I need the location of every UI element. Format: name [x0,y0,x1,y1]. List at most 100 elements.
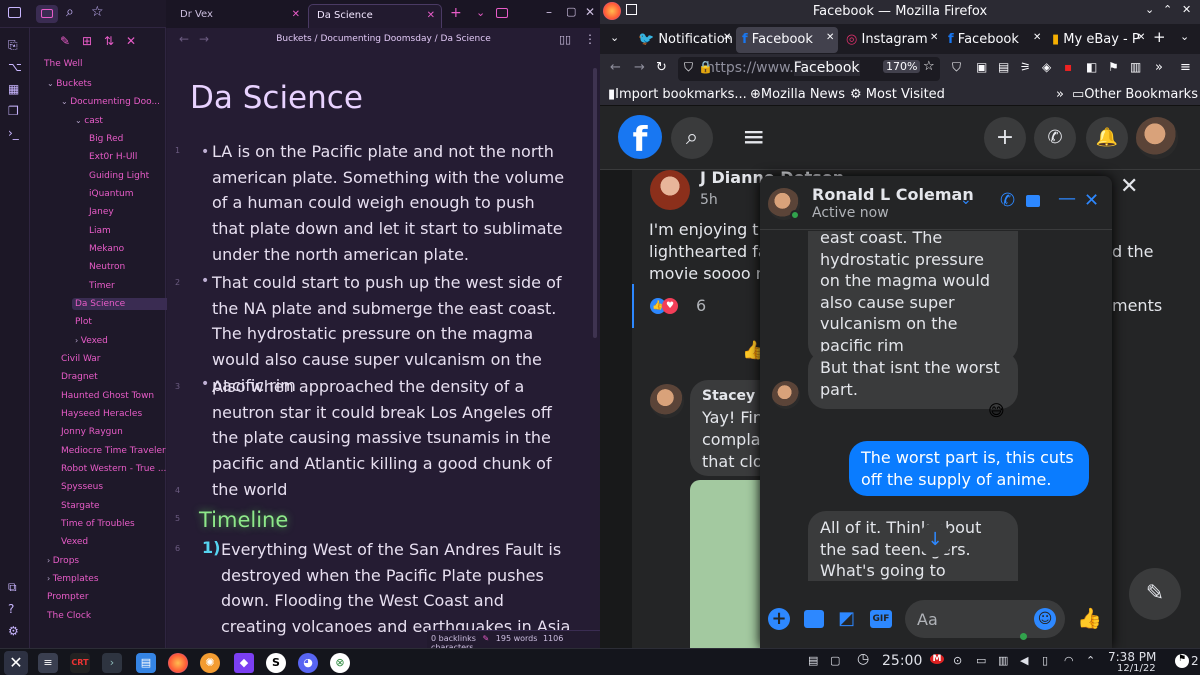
reading-view-icon[interactable]: ▯▯ [559,33,571,46]
search-icon[interactable]: ⌕ [671,117,713,159]
create-plus-icon[interactable]: + [984,117,1026,159]
tree-item[interactable]: Da Science [72,297,180,310]
tor-icon[interactable]: ⚑ [1175,654,1189,668]
discord-icon[interactable]: ◕ [298,653,318,673]
new-tab-icon[interactable]: + [450,5,462,21]
sort-icon[interactable]: ⇅ [104,34,114,48]
search-icon[interactable]: ⌕ [66,4,74,20]
minimize-chevron-icon[interactable]: ⌄ [1145,3,1154,16]
pomodoro-timer[interactable]: 25:00 [882,653,922,669]
tree-item[interactable]: Vexed [58,536,166,548]
tab-da-science[interactable]: Da Science ✕ [308,4,442,28]
send-like-icon[interactable]: 👍 [1077,606,1102,630]
app-icon[interactable]: ⊗ [330,653,350,673]
reload-icon[interactable]: ↻ [656,60,667,75]
tree-item[interactable]: Stargate [58,500,166,512]
close-tab-icon[interactable]: ✕ [1137,32,1145,43]
collapse-all-icon[interactable]: ✕ [126,34,136,48]
new-note-icon[interactable]: ✎ [60,34,70,48]
vpn-icon[interactable]: ⊙ [953,654,962,667]
new-folder-icon[interactable]: ⊞ [82,34,92,48]
crt-app-icon[interactable]: CRT [70,653,90,673]
facebook-logo-icon[interactable]: f [618,115,662,160]
minimize-icon[interactable]: – [546,5,552,19]
emoji-icon[interactable]: ☺ [1034,608,1056,630]
hamburger-menu-icon[interactable]: ≡ [1180,60,1191,75]
mega-icon[interactable]: M [930,654,944,664]
steam-icon[interactable]: S [266,653,286,673]
more-actions-plus-icon[interactable]: + [768,608,790,630]
tab-list-chevron-icon[interactable]: ⌄ [476,6,485,19]
clock-date[interactable]: 12/1/22 [1117,663,1156,674]
browser-tab[interactable]: 🐦 Notification [632,27,734,53]
gif-icon[interactable]: GIF [870,610,892,628]
copy-icon[interactable]: ❐ [8,104,19,118]
tracking-shield-icon[interactable]: ⛉ [684,60,693,75]
attach-photo-icon[interactable] [804,610,824,628]
sidebar-toggle-icon[interactable] [8,7,21,18]
chat-messages[interactable]: east coast. The hydrostatic pressure on … [760,231,1112,581]
system-settings-icon[interactable]: ≡ [38,653,58,673]
new-tab-icon[interactable]: + [1153,28,1166,46]
tree-item[interactable]: ⌄ cast [72,115,180,127]
tree-item[interactable]: › Templates [44,573,152,585]
list-all-tabs-icon[interactable]: ⌄ [1180,30,1189,43]
post-author-avatar[interactable] [650,170,690,210]
vault-name[interactable]: The Well [44,59,152,69]
tree-item[interactable]: Mediocre Time Traveler [58,445,166,457]
close-tab-icon[interactable]: ✕ [723,32,731,43]
window-menu-icon[interactable] [626,4,637,15]
close-window-icon[interactable]: ✕ [1182,3,1191,16]
tree-item[interactable]: Haunted Ghost Town [58,390,166,402]
open-daily-note-icon[interactable]: ⎘ [8,38,18,53]
tree-item[interactable]: Dragnet [58,371,166,383]
tree-item[interactable]: › Vexed [72,335,180,347]
zoom-level[interactable]: 170% [883,60,921,73]
virtual-desktop-number[interactable]: 2 [1191,654,1199,668]
close-window-icon[interactable]: ✕ [585,5,595,19]
terminal-icon[interactable]: › [102,653,122,673]
backlinks-count[interactable]: 0 backlinks [431,634,476,643]
overflow-chevron-icon[interactable]: » [1155,60,1163,75]
message-reaction[interactable]: 😅 [988,401,1005,420]
browser-tab[interactable]: f Facebook [942,27,1044,53]
lock-icon[interactable]: 🔒 [698,60,713,74]
app-launcher-icon[interactable]: ✕ [4,651,28,675]
obsidian-icon[interactable]: ◆ [234,653,254,673]
new-message-icon[interactable]: ✎ [1129,568,1181,620]
bookmark-star-icon[interactable]: ☆ [923,59,935,74]
browser-tab[interactable]: ◎ Instagram [840,27,942,53]
expanded-chevron-icon[interactable]: ⌄ [61,97,70,106]
vault-switch-icon[interactable]: ⧉ [8,580,17,595]
canvas-icon[interactable]: ▦ [8,82,19,96]
bookmarks-overflow-icon[interactable]: » [1056,87,1064,102]
battery-icon[interactable]: ▯ [1042,654,1048,667]
tab-dr-vex[interactable]: Dr Vex ✕ [172,4,306,28]
close-tab-icon[interactable]: ✕ [826,32,834,43]
sticker-icon[interactable]: ◩ [838,608,855,629]
maximize-chevron-icon[interactable]: ⌃ [1163,3,1172,16]
extension-icon[interactable]: ⚞ [1020,60,1031,74]
browser-tab-active[interactable]: f Facebook [736,27,838,53]
extension-icon[interactable]: ▤ [998,60,1009,74]
close-tab-icon[interactable]: ✕ [292,9,300,20]
tree-item[interactable]: Jonny Raygun [58,426,166,438]
extension-icon[interactable]: ▣ [976,60,987,74]
bookmark-star-icon[interactable]: ☆ [91,4,104,20]
tree-item[interactable]: Plot [72,316,180,328]
settings-gear-icon[interactable]: ⚙ [8,624,19,638]
notifications-bell-icon[interactable]: 🔔 [1086,117,1128,159]
back-arrow-icon[interactable]: ← [610,60,621,75]
extension-icon[interactable]: ▥ [1130,60,1141,74]
bookmark-most-visited[interactable]: ⚙ Most Visited [850,87,945,102]
post-time[interactable]: 5h [700,192,718,208]
comment-author-avatar[interactable] [650,384,684,418]
editor-pane[interactable]: ← → Buckets / Documenting Doomsday / Da … [167,28,600,652]
expanded-chevron-icon[interactable]: ⌄ [47,79,56,88]
url-bar[interactable]: ⛉ 🔒 https://www.Facebook 170% ☆ [678,57,940,81]
expanded-chevron-icon[interactable]: ⌄ [75,116,84,125]
bookmark-mozilla-news[interactable]: ⊕Mozilla News [750,87,845,102]
messenger-icon[interactable]: ✆ [1034,117,1076,159]
menu-icon[interactable]: ≡ [742,120,765,153]
tree-item[interactable]: Spysseus [58,481,166,493]
